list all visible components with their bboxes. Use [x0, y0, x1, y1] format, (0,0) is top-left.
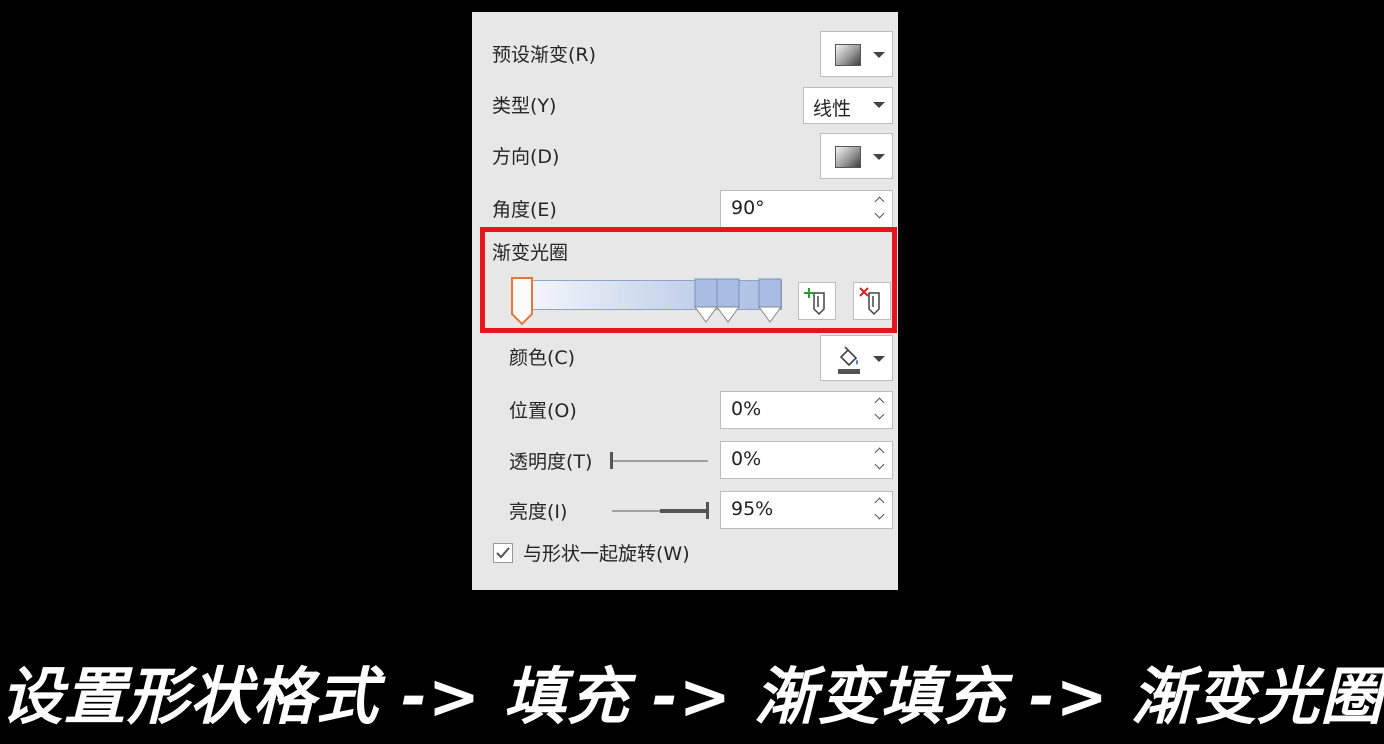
chevron-down-icon [873, 52, 885, 58]
spin-down-icon[interactable] [872, 509, 886, 525]
brightness-slider-thumb[interactable] [706, 502, 709, 519]
angle-spinner[interactable]: 90° [720, 190, 893, 228]
type-value: 线性 [813, 98, 852, 120]
spin-up-icon[interactable] [872, 394, 886, 408]
angle-value: 90° [731, 197, 765, 219]
transparency-slider-thumb[interactable] [610, 452, 613, 469]
gradient-stops-highlight [480, 227, 897, 333]
chevron-down-icon [873, 154, 885, 160]
brightness-label: 亮度(I) [509, 501, 568, 523]
brightness-slider-fill [660, 509, 708, 513]
rotate-with-shape-label: 与形状一起旋转(W) [523, 543, 690, 565]
position-spinner[interactable]: 0% [720, 391, 893, 429]
brightness-spinner[interactable]: 95% [720, 491, 893, 529]
spin-up-icon[interactable] [872, 444, 886, 458]
caption-text: 设置形状格式 -> 填充 -> 渐变填充 -> 渐变光圈 [0, 660, 1384, 733]
transparency-label: 透明度(T) [509, 451, 593, 473]
spin-down-icon[interactable] [872, 409, 886, 425]
spin-up-icon[interactable] [872, 494, 886, 508]
type-label: 类型(Y) [492, 95, 557, 117]
preset-gradient-label: 预设渐变(R) [492, 44, 597, 66]
preset-gradient-dropdown[interactable] [820, 31, 893, 77]
transparency-value: 0% [731, 448, 762, 470]
transparency-spinner[interactable]: 0% [720, 441, 893, 479]
spin-down-icon[interactable] [872, 459, 886, 475]
position-value: 0% [731, 398, 762, 420]
direction-swatch-icon [835, 146, 861, 168]
paint-bucket-icon [838, 346, 860, 374]
gradient-swatch-icon [835, 44, 861, 66]
position-label: 位置(O) [509, 400, 577, 422]
direction-label: 方向(D) [492, 146, 560, 168]
spin-up-icon[interactable] [872, 193, 886, 207]
brightness-value: 95% [731, 498, 774, 520]
transparency-slider-track[interactable] [612, 460, 708, 462]
rotate-with-shape-checkbox[interactable] [493, 543, 513, 563]
angle-label: 角度(E) [492, 199, 557, 221]
chevron-down-icon [873, 356, 885, 362]
chevron-down-icon [873, 102, 885, 108]
checkmark-icon [496, 547, 510, 559]
color-dropdown[interactable] [820, 335, 893, 381]
direction-dropdown[interactable] [820, 133, 893, 179]
type-select[interactable]: 线性 [803, 87, 893, 124]
color-label: 颜色(C) [509, 347, 576, 369]
spin-down-icon[interactable] [872, 208, 886, 224]
